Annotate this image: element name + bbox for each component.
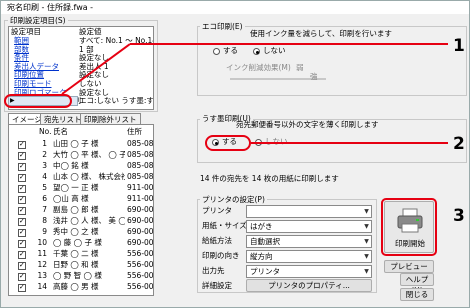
callout-number-3: 3: [453, 206, 465, 226]
callout-lines: [61, 43, 448, 256]
callout-ring-3: [381, 198, 437, 256]
callout-line-1: [61, 43, 131, 95]
callout-number-2: 2: [453, 134, 465, 154]
callout-number-1: 1: [453, 36, 465, 56]
